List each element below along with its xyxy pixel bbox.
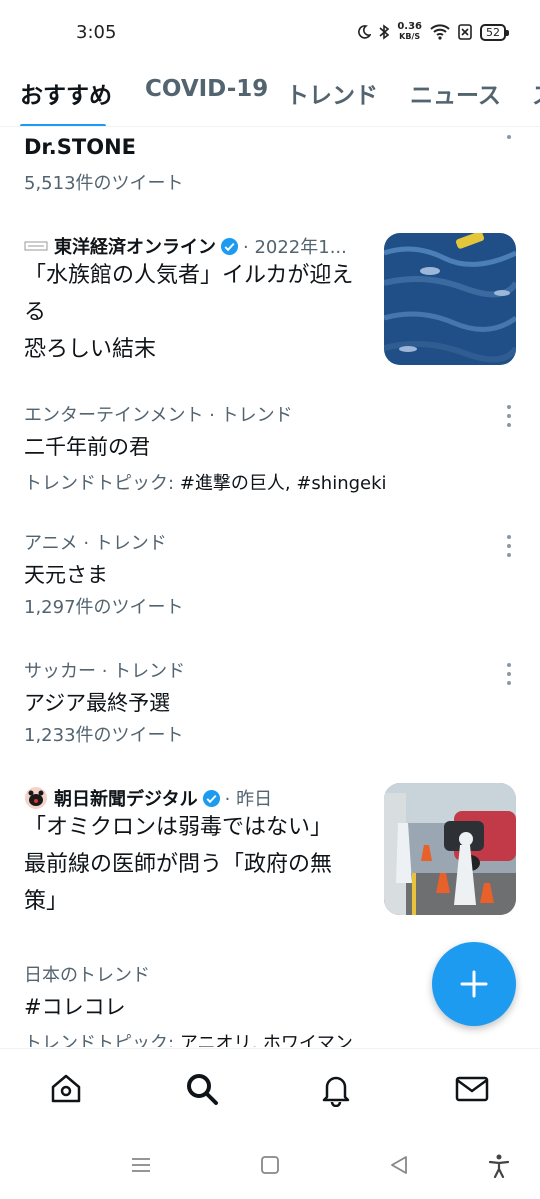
news-headline: 「オミクロンは弱毒ではない」 最前線の医師が問う「政府の無 策」 [24,815,333,914]
wifi-icon [430,24,450,40]
bluetooth-icon [379,24,390,40]
bell-icon [322,1076,350,1108]
tab-news[interactable]: ニュース [410,76,501,110]
more-icon[interactable] [506,127,512,139]
news-item[interactable]: 朝日新聞デジタル · 昨日 「オミクロンは弱毒ではない」 最前線の医師が問う「政… [0,783,540,923]
trend-category: エンターテインメント · トレンド [24,405,293,426]
trend-title: 天元さま [24,563,108,587]
home-tab[interactable] [48,1071,88,1111]
system-navigation [0,1134,540,1199]
back-button[interactable] [388,1154,410,1180]
tab-recommended[interactable]: おすすめ [20,76,112,110]
battery-indicator: 52 [480,23,509,41]
verified-badge-icon [220,237,239,255]
explore-feed: Dr.STONE 5,513件のツイート 東洋経済オンライン · 2022年1.… [0,127,540,1047]
trend-item[interactable]: Dr.STONE 5,513件のツイート [0,127,540,197]
system-home-button[interactable] [259,1154,281,1180]
trend-item[interactable]: エンターテインメント · トレンド 二千年前の君 トレンドトピック: #進撃の巨… [0,397,540,497]
square-icon [261,1156,279,1174]
dolphins-photo-icon [384,233,516,365]
asahi-logo-icon [25,787,47,809]
trend-item[interactable]: サッカー · トレンド アジア最終予選 1,233件のツイート [0,655,540,746]
trend-count: 1,297件のツイート [24,597,184,618]
trend-category: サッカー · トレンド [24,661,186,682]
bottom-navigation [0,1048,540,1135]
trend-title: Dr.STONE [24,135,136,159]
trend-topic: トレンドトピック: アニオリ, ホワイマン [24,1033,353,1047]
triangle-back-icon [391,1156,407,1174]
notifications-tab[interactable] [318,1071,358,1111]
news-headline: 「水族館の人気者」イルカが迎える 恐ろしい結末 [24,263,354,362]
trend-count: 1,233件のツイート [24,725,184,746]
trend-category: アニメ · トレンド [24,533,167,554]
tab-covid19[interactable]: COVID-19 [145,76,268,102]
tab-trends[interactable]: トレンド [286,76,378,110]
status-bar: 3:05 0.36 KB/S 52 [0,0,540,66]
medical-testing-photo-icon [384,783,516,915]
explore-tabs: おすすめ COVID-19 トレンド ニュース ス [0,66,540,127]
plus-icon [460,970,488,998]
mail-icon [455,1076,489,1102]
moon-icon [358,25,372,39]
sim-off-icon [458,24,472,40]
news-source: 朝日新聞デジタル · 昨日 [24,785,272,811]
trend-item[interactable]: アニメ · トレンド 天元さま 1,297件のツイート [0,527,540,618]
menu-icon [132,1158,150,1172]
more-icon[interactable] [506,663,512,685]
accessibility-icon [488,1154,510,1179]
search-tab[interactable] [184,1071,224,1111]
trend-title: 二千年前の君 [24,435,150,459]
net-speed: 0.36 KB/S [397,21,422,42]
news-thumbnail[interactable] [384,233,516,365]
accessibility-button[interactable] [488,1154,510,1182]
status-icons: 0.36 KB/S 52 [357,21,509,42]
verified-badge-icon [202,789,220,807]
news-source: 東洋経済オンライン · 2022年1... [24,233,347,259]
news-item[interactable]: 東洋経済オンライン · 2022年1... 「水族館の人気者」イルカが迎える 恐… [0,229,540,369]
trend-title: #コレコレ [24,995,126,1019]
trend-category: 日本のトレンド [24,965,150,986]
tab-sports[interactable]: ス [532,76,540,110]
trend-title: アジア最終予選 [24,691,171,715]
compose-tweet-button[interactable] [432,942,516,1026]
status-time: 3:05 [76,22,117,43]
trend-count: 5,513件のツイート [24,173,184,194]
recent-apps-button[interactable] [130,1154,152,1180]
trend-topic: トレンドトピック: #進撃の巨人, #shingeki [24,473,387,494]
more-icon[interactable] [506,405,512,427]
more-icon[interactable] [506,535,512,557]
search-icon [187,1074,218,1105]
home-icon [51,1074,81,1103]
toyokeizai-logo-icon [24,241,48,251]
messages-tab[interactable] [454,1071,494,1111]
news-thumbnail[interactable] [384,783,516,915]
